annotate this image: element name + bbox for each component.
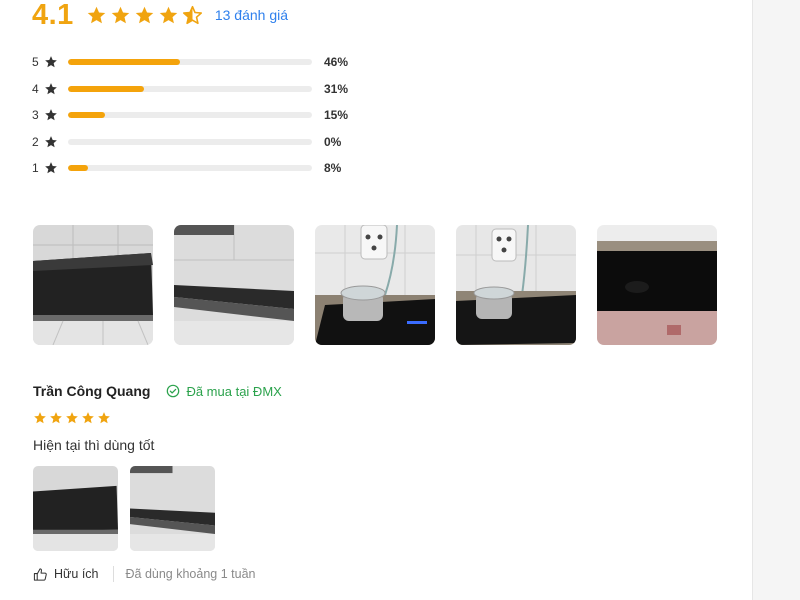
rating-bar-track bbox=[68, 138, 312, 145]
check-circle-icon bbox=[167, 384, 180, 398]
star-full-icon bbox=[34, 412, 46, 424]
star-icon bbox=[45, 56, 57, 68]
reviewer-name: Trần Công Quang bbox=[33, 383, 151, 399]
review-photo-gallery bbox=[33, 225, 717, 345]
average-stars bbox=[86, 5, 203, 26]
divider bbox=[112, 566, 114, 582]
rating-bar-fill bbox=[68, 165, 88, 172]
rating-row-star-number: 5 bbox=[32, 55, 39, 70]
rating-row-star-number: 2 bbox=[32, 134, 39, 149]
star-full-icon bbox=[66, 412, 78, 424]
stove-photo bbox=[130, 466, 215, 551]
review-text: Hiện tại thì dùng tốt bbox=[33, 437, 155, 453]
star-icon bbox=[45, 109, 57, 121]
review-images bbox=[33, 466, 733, 551]
rating-percent: 8% bbox=[324, 161, 342, 176]
star-icon bbox=[45, 82, 57, 94]
rating-percent: 31% bbox=[324, 81, 349, 96]
gallery-thumb[interactable] bbox=[315, 225, 435, 345]
star-full-icon bbox=[87, 6, 106, 23]
pot-on-stove-photo bbox=[456, 225, 576, 345]
gallery-thumb[interactable] bbox=[174, 225, 294, 345]
star-icon bbox=[45, 135, 57, 147]
rating-percent: 15% bbox=[324, 108, 349, 123]
rating-row-star-number: 3 bbox=[32, 108, 39, 123]
rating-bar-fill bbox=[68, 85, 144, 92]
star-half-icon bbox=[182, 5, 202, 24]
rating-row-4: 4 31% bbox=[32, 76, 348, 103]
rating-bar-track bbox=[68, 112, 312, 119]
rating-row-2: 2 0% bbox=[32, 129, 348, 156]
average-score: 4.1 bbox=[32, 0, 74, 31]
verified-badge: Đã mua tại ĐMX bbox=[166, 383, 282, 399]
rating-row-star-number: 1 bbox=[32, 161, 39, 176]
rating-row-5: 5 46% bbox=[32, 49, 348, 76]
star-full-icon bbox=[135, 6, 154, 23]
star-full-icon bbox=[50, 412, 62, 424]
stove-black-photo bbox=[597, 225, 717, 345]
gallery-thumb[interactable] bbox=[33, 225, 153, 345]
verified-label: Đã mua tại ĐMX bbox=[186, 383, 282, 399]
review-image-thumb[interactable] bbox=[130, 466, 215, 551]
rating-row-3: 3 15% bbox=[32, 102, 348, 129]
star-full-icon bbox=[98, 412, 110, 424]
helpful-button[interactable]: Hữu ích bbox=[33, 567, 99, 582]
rating-bar-track bbox=[68, 59, 312, 66]
pot-on-stove-photo bbox=[315, 225, 435, 345]
rating-row-star-number: 4 bbox=[32, 81, 39, 96]
rating-bar-track bbox=[68, 85, 312, 92]
helpful-label: Hữu ích bbox=[54, 567, 99, 581]
rating-panel: 4.1 13 đánh giá 5 46% 4 31% 3 15% 2 0% 1 8% bbox=[0, 0, 753, 600]
gallery-thumb[interactable] bbox=[456, 225, 576, 345]
rating-row-1: 1 8% bbox=[32, 155, 348, 182]
star-icon bbox=[45, 162, 57, 174]
star-full-icon bbox=[159, 6, 178, 23]
rating-percent: 46% bbox=[324, 55, 349, 70]
gallery-thumb[interactable] bbox=[597, 225, 717, 345]
rating-percent: 0% bbox=[324, 134, 342, 149]
review-item: Trần Công Quang Đã mua tại ĐMX Hiện tại … bbox=[33, 380, 733, 582]
stove-photo bbox=[33, 225, 153, 345]
stove-photo bbox=[174, 225, 294, 345]
review-actions: Hữu ích Đã dùng khoảng 1 tuần bbox=[33, 566, 733, 582]
usage-duration: Đã dùng khoảng 1 tuần bbox=[125, 567, 256, 581]
review-image-thumb[interactable] bbox=[33, 466, 118, 551]
star-full-icon bbox=[111, 6, 130, 23]
thumbs-up-icon bbox=[33, 567, 47, 581]
review-count-link[interactable]: 13 đánh giá bbox=[215, 7, 288, 23]
rating-summary: 4.1 13 đánh giá bbox=[32, 0, 288, 30]
star-full-icon bbox=[82, 412, 94, 424]
rating-bar-track bbox=[68, 165, 312, 172]
stove-photo bbox=[33, 466, 118, 551]
rating-distribution: 5 46% 4 31% 3 15% 2 0% 1 8% bbox=[32, 49, 348, 182]
rating-bar-fill bbox=[68, 112, 105, 119]
review-stars bbox=[33, 411, 733, 425]
rating-bar-fill bbox=[68, 59, 181, 66]
